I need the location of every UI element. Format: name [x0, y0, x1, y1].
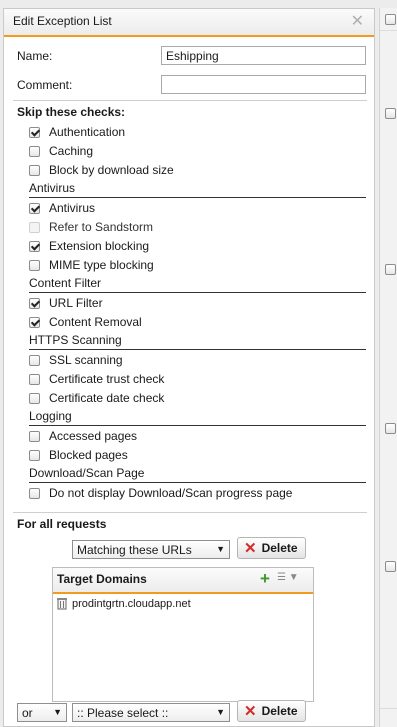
- delete-icon: ✕: [244, 539, 257, 557]
- checkbox-row[interactable]: URL Filter: [29, 295, 103, 311]
- checkbox-row[interactable]: Blocked pages: [29, 447, 128, 463]
- checkbox[interactable]: [29, 487, 40, 499]
- delete-condition-button[interactable]: ✕ Delete: [237, 537, 306, 559]
- checkbox[interactable]: [29, 316, 40, 328]
- row-checkbox[interactable]: [385, 108, 396, 119]
- checkbox-row[interactable]: Refer to Sandstorm: [29, 219, 153, 235]
- checkbox[interactable]: [29, 259, 40, 271]
- section-heading: Antivirus: [29, 181, 76, 195]
- for-all-requests-heading: For all requests: [17, 517, 107, 531]
- delete-icon: ✕: [244, 702, 257, 720]
- checkbox-label: Blocked pages: [49, 448, 128, 462]
- checkbox-label: Accessed pages: [49, 429, 138, 443]
- checkbox-label: Refer to Sandstorm: [49, 220, 154, 234]
- comment-label: Comment:: [17, 78, 73, 92]
- checkbox-label: Content Removal: [49, 315, 142, 329]
- section-heading: Content Filter: [29, 276, 102, 290]
- checkbox-row[interactable]: Authentication: [29, 124, 125, 140]
- background-list-strip: [379, 8, 397, 727]
- checkbox[interactable]: [29, 373, 40, 385]
- checkbox[interactable]: [29, 240, 40, 252]
- checkbox-row[interactable]: SSL scanning: [29, 352, 123, 368]
- edit-exception-dialog: Edit Exception List ✕ Name: Comment: Ski…: [3, 8, 375, 727]
- name-input[interactable]: [161, 46, 366, 65]
- section-rule: [29, 197, 366, 198]
- checkbox-row[interactable]: Do not display Download/Scan progress pa…: [29, 485, 292, 501]
- target-domains-header: Target Domains + ☰ ▼: [53, 568, 313, 594]
- divider: [13, 100, 367, 101]
- checkbox[interactable]: [29, 202, 40, 214]
- section-rule: [29, 349, 366, 350]
- checkbox[interactable]: [29, 430, 40, 442]
- checkbox-row[interactable]: Content Removal: [29, 314, 142, 330]
- delete-condition-button-2[interactable]: ✕ Delete: [237, 700, 306, 722]
- divider: [380, 708, 397, 709]
- divider: [380, 30, 397, 31]
- checkbox-label: Authentication: [49, 125, 126, 139]
- checkbox-label: Certificate date check: [49, 391, 165, 405]
- checkbox[interactable]: [29, 145, 40, 157]
- checkbox-label: Do not display Download/Scan progress pa…: [49, 486, 293, 500]
- dialog-titlebar: Edit Exception List ✕: [4, 9, 374, 37]
- section-heading: Download/Scan Page: [29, 466, 145, 480]
- target-domains-title: Target Domains: [57, 572, 147, 586]
- chevron-down-icon: ▼: [216, 544, 225, 554]
- checkbox-label: Certificate trust check: [49, 372, 165, 386]
- checkbox-row[interactable]: Block by download size: [29, 162, 174, 178]
- checkbox[interactable]: [29, 449, 40, 461]
- add-icon[interactable]: +: [260, 569, 270, 589]
- checkbox-label: Block by download size: [49, 163, 174, 177]
- target-domains-box: Target Domains + ☰ ▼ prodintgrtn.cloudap…: [52, 567, 314, 702]
- checkbox-label: Extension blocking: [49, 239, 150, 253]
- condition-type-select[interactable]: :: Please select :: ▼: [72, 703, 230, 722]
- checkbox[interactable]: [29, 354, 40, 366]
- checkbox-label: Caching: [49, 144, 94, 158]
- condition-select[interactable]: Matching these URLs ▼: [72, 540, 230, 559]
- comment-input[interactable]: [161, 75, 366, 94]
- list-item[interactable]: prodintgrtn.cloudapp.net: [57, 597, 191, 610]
- row-checkbox[interactable]: [385, 264, 396, 275]
- section-rule: [29, 292, 366, 293]
- checkbox[interactable]: [29, 126, 40, 138]
- skip-checks-heading: Skip these checks:: [17, 105, 126, 119]
- chevron-down-icon: ▼: [53, 707, 62, 717]
- or-select[interactable]: or ▼: [17, 703, 67, 722]
- row-checkbox[interactable]: [385, 423, 396, 434]
- checkbox-label: SSL scanning: [49, 353, 123, 367]
- list-menu-icon[interactable]: ☰ ▼: [277, 572, 307, 586]
- row-checkbox[interactable]: [385, 14, 396, 25]
- checkbox[interactable]: [29, 164, 40, 176]
- checkbox-row[interactable]: MIME type blocking: [29, 257, 154, 273]
- row-checkbox[interactable]: [385, 561, 396, 572]
- section-rule: [29, 482, 366, 483]
- checkbox-label: Antivirus: [49, 201, 96, 215]
- trash-icon[interactable]: [57, 597, 67, 610]
- checkbox: [29, 221, 40, 233]
- checkbox-label: MIME type blocking: [49, 258, 154, 272]
- chevron-down-icon: ▼: [216, 707, 225, 717]
- section-heading: HTTPS Scanning: [29, 333, 122, 347]
- section-rule: [29, 425, 366, 426]
- section-heading: Logging: [29, 409, 72, 423]
- name-label: Name:: [17, 49, 53, 63]
- divider: [13, 512, 367, 513]
- dialog-title: Edit Exception List: [13, 14, 112, 28]
- checkbox-row[interactable]: Accessed pages: [29, 428, 137, 444]
- close-icon[interactable]: ✕: [351, 11, 364, 31]
- checkbox-row[interactable]: Certificate trust check: [29, 371, 164, 387]
- checkbox-label: URL Filter: [49, 296, 103, 310]
- domain-entry: prodintgrtn.cloudapp.net: [72, 597, 191, 610]
- checkbox[interactable]: [29, 297, 40, 309]
- checkbox-row[interactable]: Certificate date check: [29, 390, 164, 406]
- checkbox-row[interactable]: Antivirus: [29, 200, 95, 216]
- checkbox-row[interactable]: Extension blocking: [29, 238, 149, 254]
- checkbox[interactable]: [29, 392, 40, 404]
- checkbox-row[interactable]: Caching: [29, 143, 93, 159]
